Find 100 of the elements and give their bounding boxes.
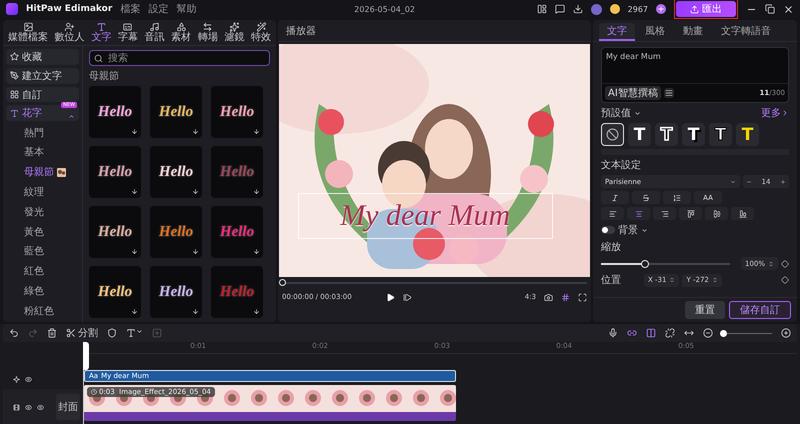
- unlink-icon[interactable]: [665, 328, 675, 338]
- tab[interactable]: 文字: [599, 23, 635, 41]
- background-toggle[interactable]: [601, 226, 615, 234]
- eye-icon[interactable]: [25, 404, 32, 410]
- align-bottom-button[interactable]: [731, 207, 754, 220]
- keyframe-icon[interactable]: [781, 260, 789, 268]
- keyframe-icon[interactable]: [781, 276, 789, 284]
- playhead[interactable]: [83, 342, 89, 370]
- sidebar-item[interactable]: 建立文字: [6, 68, 79, 84]
- download-icon: [192, 188, 199, 195]
- template-tile[interactable]: Hello: [150, 206, 202, 258]
- media-tab[interactable]: 特效: [251, 22, 271, 43]
- tab[interactable]: 動畫: [675, 23, 711, 41]
- menu-item[interactable]: 設定: [148, 2, 168, 16]
- close-icon[interactable]: [783, 4, 794, 14]
- add-coins-button[interactable]: [656, 4, 666, 14]
- preset-style[interactable]: T: [736, 123, 759, 146]
- sidebar-subitem[interactable]: 藍色: [6, 242, 79, 260]
- align-middle-button[interactable]: [705, 207, 728, 220]
- template-tile[interactable]: Hello: [150, 266, 202, 318]
- format-button[interactable]: [664, 88, 674, 98]
- undo-icon[interactable]: [9, 328, 19, 338]
- align-center-button[interactable]: [627, 207, 650, 220]
- sidebar-subitem[interactable]: 粉紅色: [6, 302, 79, 319]
- preset-style[interactable]: [601, 123, 624, 146]
- more-link[interactable]: 更多: [761, 106, 789, 120]
- sidebar-subitem[interactable]: 綠色: [6, 282, 79, 300]
- sidebar-subitem[interactable]: 發光: [6, 203, 79, 220]
- avatar[interactable]: [590, 4, 602, 14]
- zoom-thumb[interactable]: [720, 330, 727, 336]
- split-button[interactable]: 分割: [66, 326, 98, 340]
- next-frame-icon[interactable]: [403, 292, 412, 302]
- preset-style[interactable]: T: [655, 123, 678, 146]
- trash-icon[interactable]: [47, 328, 57, 338]
- ai-write-button[interactable]: AI智慧撰稿: [605, 86, 661, 100]
- download-icon[interactable]: [572, 4, 583, 14]
- text-icon[interactable]: [126, 328, 143, 338]
- camera-icon[interactable]: [544, 292, 554, 302]
- reset-button[interactable]: 重置: [685, 301, 725, 319]
- caret-icon[interactable]: [641, 226, 648, 234]
- sidebar-item[interactable]: 自訂: [6, 86, 79, 102]
- zoom-in-icon[interactable]: [781, 328, 791, 338]
- fullscreen-icon[interactable]: [578, 292, 588, 302]
- preset-style[interactable]: T: [628, 123, 651, 146]
- italic-button[interactable]: [601, 191, 629, 204]
- message-icon[interactable]: [554, 4, 565, 14]
- caret-icon[interactable]: [634, 110, 641, 116]
- media-tab[interactable]: 素材: [171, 22, 192, 43]
- template-tile[interactable]: Hello: [150, 86, 202, 138]
- eye-icon[interactable]: [25, 376, 32, 382]
- eye-icon[interactable]: [37, 404, 44, 410]
- sidebar-subitem[interactable]: 基本: [6, 144, 79, 161]
- menu-item[interactable]: 幫助: [176, 2, 196, 16]
- export-button[interactable]: 匯出: [676, 1, 736, 17]
- media-tab[interactable]: 轉場: [198, 22, 218, 43]
- sidebar-subitem[interactable]: 黃色: [6, 223, 79, 240]
- progress-thumb[interactable]: [279, 279, 286, 286]
- fit-icon[interactable]: [684, 328, 694, 338]
- link-icon[interactable]: [627, 328, 637, 338]
- grid-icon[interactable]: [561, 292, 570, 302]
- sidebar-subitem[interactable]: 熱門: [6, 124, 79, 142]
- template-tile[interactable]: Hello: [89, 206, 141, 258]
- layout-icon[interactable]: [536, 4, 547, 14]
- play-icon[interactable]: [386, 292, 396, 302]
- align-right-button[interactable]: [653, 207, 676, 220]
- save-button[interactable]: 儲存自訂: [729, 301, 791, 319]
- shield-icon[interactable]: [107, 328, 117, 338]
- search-field[interactable]: 搜索: [89, 50, 270, 66]
- media-tab[interactable]: 文字: [91, 22, 112, 43]
- sidebar-subitem[interactable]: 紋理: [6, 184, 79, 200]
- media-tab[interactable]: 音訊: [144, 22, 164, 43]
- media-tab[interactable]: 媒體檔案: [8, 22, 48, 43]
- columns-icon[interactable]: [646, 328, 656, 338]
- preset-style[interactable]: T: [709, 123, 732, 146]
- menu-item[interactable]: 檔案: [120, 2, 140, 16]
- sidebar-subitem[interactable]: 母親節: [6, 164, 79, 181]
- line-spacing-button[interactable]: [663, 191, 691, 204]
- sidebar-subitem[interactable]: 紅色: [6, 262, 79, 280]
- template-tile[interactable]: Hello: [89, 86, 141, 138]
- mic-icon[interactable]: [608, 328, 618, 338]
- template-tile[interactable]: Hello: [89, 266, 141, 318]
- template-tile[interactable]: Hello: [89, 146, 141, 198]
- align-left-button[interactable]: [601, 207, 624, 220]
- template-tile[interactable]: Hello: [211, 206, 263, 258]
- media-tab[interactable]: 字幕: [118, 22, 138, 43]
- tab[interactable]: 風格: [637, 23, 673, 41]
- tab[interactable]: 文字轉語音: [713, 23, 779, 41]
- slider-thumb[interactable]: [640, 260, 649, 268]
- zoom-out-icon[interactable]: [703, 328, 713, 338]
- align-top-button[interactable]: [679, 207, 702, 220]
- restore-icon[interactable]: [765, 4, 775, 14]
- cover-button[interactable]: 封面: [56, 394, 80, 420]
- sidebar-item[interactable]: 收藏: [6, 49, 79, 65]
- media-tab[interactable]: 濾鏡: [224, 22, 244, 43]
- strikethrough-button[interactable]: [632, 191, 660, 204]
- media-tab[interactable]: 數位人: [54, 22, 85, 43]
- template-tile[interactable]: Hello: [211, 86, 263, 138]
- text-input[interactable]: My dear Mum: [602, 48, 788, 83]
- template-tile[interactable]: Hello: [150, 146, 202, 198]
- preset-style[interactable]: T: [682, 123, 705, 146]
